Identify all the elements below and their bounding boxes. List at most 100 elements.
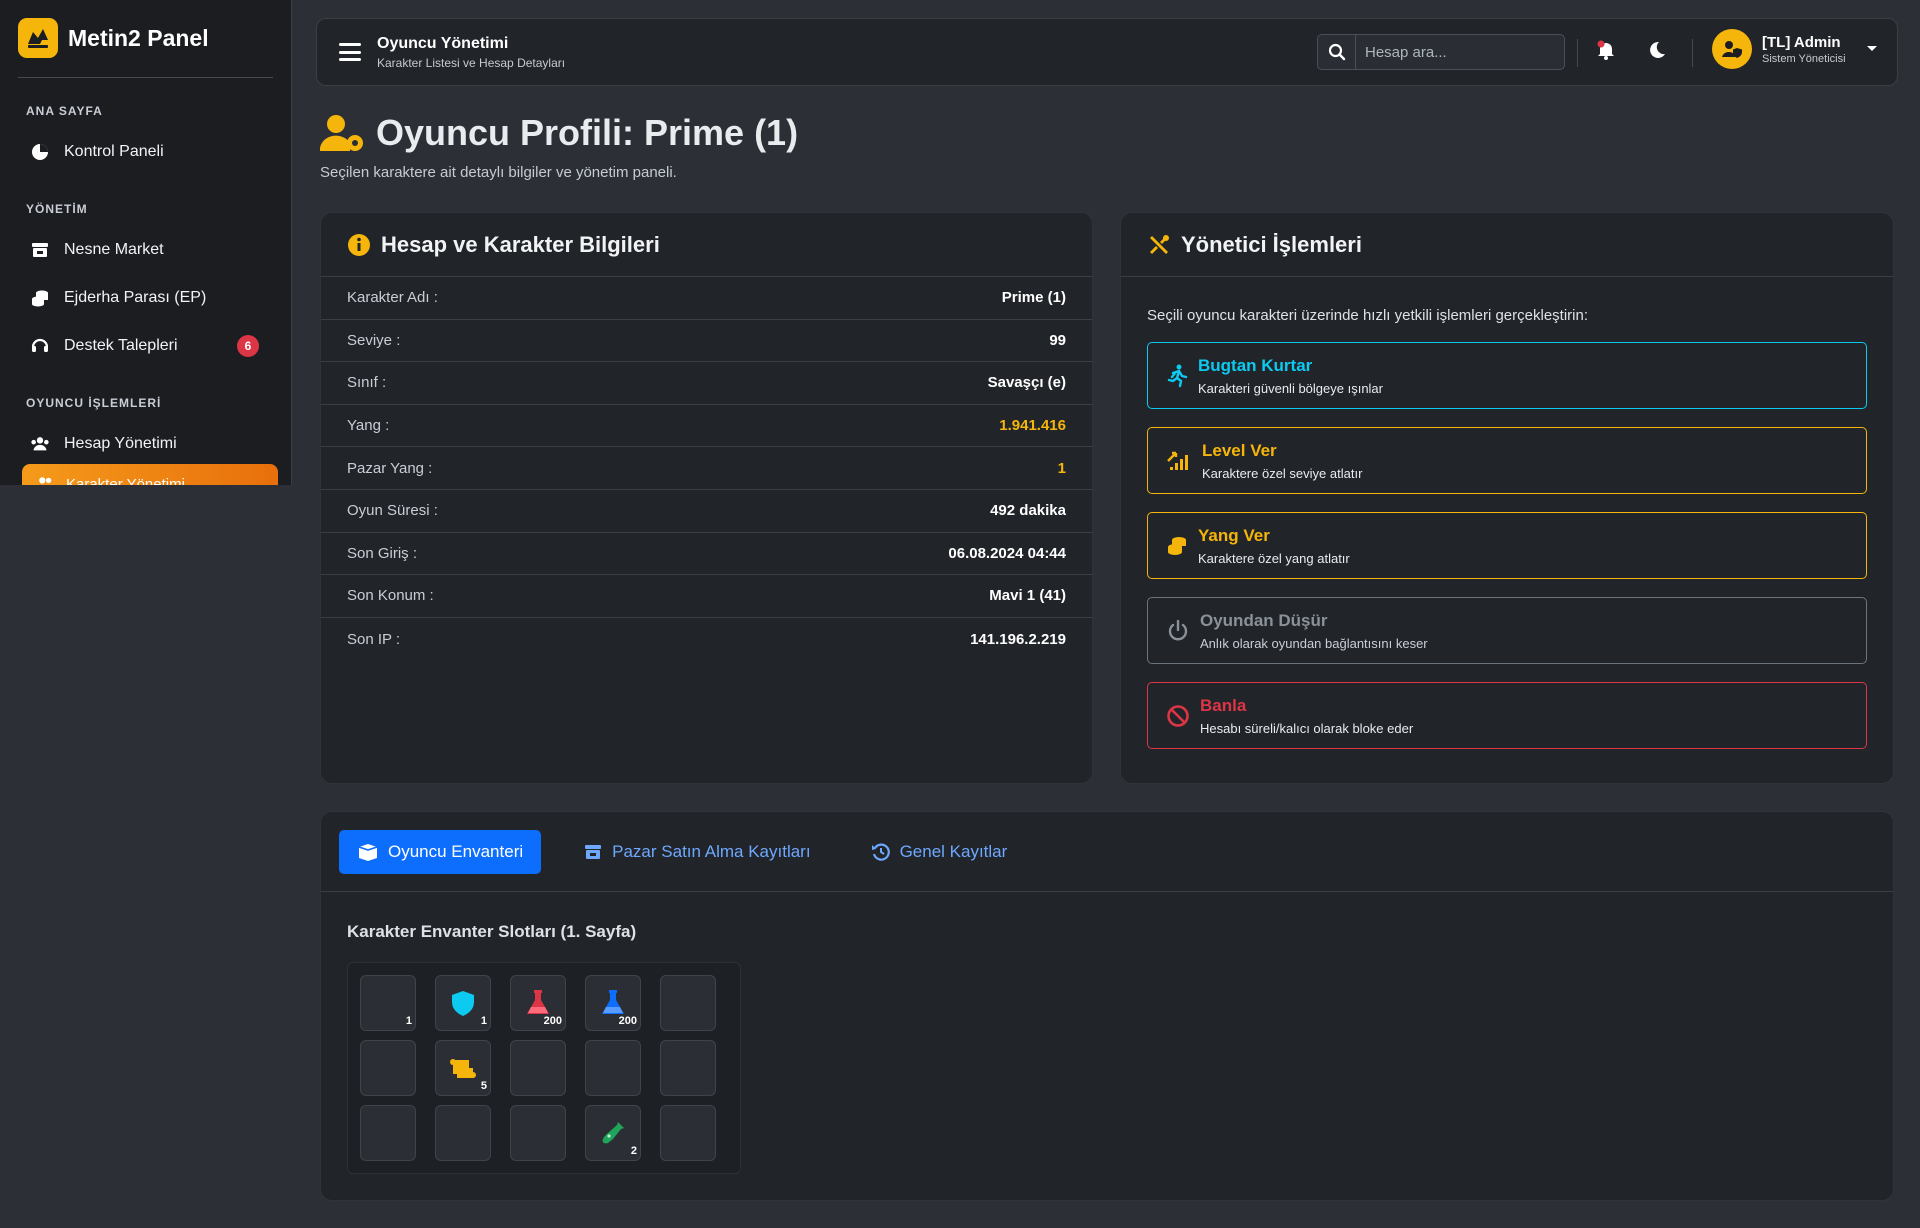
- info-row-karakter-adi: Karakter Adı : Prime (1): [321, 277, 1092, 320]
- tab-label: Oyuncu Envanteri: [388, 841, 524, 861]
- brand[interactable]: Metin2 Panel: [0, 0, 291, 76]
- info-label: Son Konum :: [347, 587, 434, 605]
- notifications-button[interactable]: [1595, 39, 1617, 66]
- bottle-icon: [602, 1122, 624, 1144]
- tab-bar: Oyuncu Envanteri Pazar Satın Alma Kayıtl…: [321, 812, 1893, 892]
- page-subtitle: Seçilen karaktere ait detaylı bilgiler v…: [320, 164, 677, 181]
- inventory-slot[interactable]: 200: [585, 975, 641, 1031]
- info-label: Yang :: [347, 417, 390, 435]
- tab-oyuncu-envanteri[interactable]: Oyuncu Envanteri: [339, 829, 542, 874]
- inventory-slot[interactable]: [660, 1105, 716, 1161]
- coins-icon: [1168, 536, 1186, 555]
- inventory-slot[interactable]: [510, 1105, 566, 1161]
- inventory-title: Karakter Envanter Slotları (1. Sayfa): [347, 922, 637, 941]
- info-icon: [348, 233, 370, 256]
- power-icon: [1168, 619, 1188, 640]
- inventory-slot[interactable]: [510, 1040, 566, 1096]
- search-button[interactable]: [1318, 35, 1356, 69]
- slot-quantity: 2: [630, 1145, 637, 1157]
- action-title: Bugtan Kurtar: [1198, 355, 1313, 375]
- store-icon: [585, 844, 602, 859]
- info-value: 06.08.2024 04:44: [948, 544, 1066, 562]
- section-title-oyuncu-islemleri: OYUNCU İŞLEMLERİ: [26, 396, 162, 410]
- inventory-slot[interactable]: [360, 1040, 416, 1096]
- info-label: Seviye :: [347, 331, 401, 349]
- sidebar-item-label: Ejderha Parası (EP): [64, 289, 207, 306]
- slot-quantity: 5: [480, 1080, 487, 1092]
- admin-intro: Seçili oyuncu karakteri üzerinde hızlı y…: [1147, 307, 1588, 324]
- store-icon: [32, 243, 48, 257]
- info-value: 492 dakika: [990, 502, 1066, 520]
- divider: [1692, 39, 1693, 67]
- info-row-son-giris: Son Giriş : 06.08.2024 04:44: [321, 533, 1092, 576]
- sidebar-item-kontrol-paneli[interactable]: Kontrol Paneli: [0, 128, 291, 176]
- info-value: Savaşçı (e): [987, 374, 1066, 392]
- tab-pazar-satin-alma[interactable]: Pazar Satın Alma Kayıtları: [565, 830, 828, 874]
- running-icon: [1167, 364, 1188, 387]
- slot-quantity: 200: [543, 1015, 562, 1027]
- info-label: Karakter Adı :: [347, 289, 438, 307]
- user-shield-icon: [1722, 41, 1742, 58]
- inventory-slot[interactable]: 200: [510, 975, 566, 1031]
- tab-label: Pazar Satın Alma Kayıtları: [612, 841, 811, 861]
- search-input[interactable]: [1356, 35, 1564, 69]
- sidebar: Metin2 Panel ANA SAYFA Kontrol Paneli YÖ…: [0, 0, 292, 485]
- coins-icon: [32, 290, 48, 307]
- sidebar-item-label: Kontrol Paneli: [64, 143, 164, 160]
- action-title: Level Ver: [1202, 440, 1277, 460]
- action-title: Oyundan Düşür: [1200, 610, 1328, 630]
- sidebar-item-ejderha-parasi[interactable]: Ejderha Parası (EP): [0, 274, 291, 322]
- action-desc: Hesabı süreli/kalıcı olarak bloke eder: [1200, 720, 1414, 736]
- info-row-sinif: Sınıf : Savaşçı (e): [321, 362, 1092, 405]
- users-icon: [31, 437, 49, 451]
- admin-actions-card: Yönetici İşlemleri Seçili oyuncu karakte…: [1120, 212, 1894, 784]
- info-value: 99: [1049, 331, 1066, 349]
- action-title: Banla: [1200, 695, 1247, 715]
- history-icon: [871, 843, 890, 861]
- info-list: Karakter Adı : Prime (1) Seviye : 99 Sınıf…: [321, 277, 1092, 660]
- card-header: Hesap ve Karakter Bilgileri: [321, 213, 1092, 277]
- give-level-button[interactable]: Level Ver Karaktere özel seviye atlatır: [1147, 427, 1867, 494]
- slot-quantity: 200: [618, 1015, 637, 1027]
- give-yang-button[interactable]: Yang Ver Karaktere özel yang atlatır: [1147, 512, 1867, 579]
- inventory-slot[interactable]: [660, 975, 716, 1031]
- search-box: [1317, 34, 1565, 70]
- action-desc: Karakteri güvenli bölgeye ışınlar: [1198, 380, 1383, 396]
- action-desc: Anlık olarak oyundan bağlantısını keser: [1200, 635, 1428, 651]
- bell-icon: [1597, 40, 1614, 60]
- account-info-card: Hesap ve Karakter Bilgileri Karakter Adı…: [320, 212, 1093, 784]
- scroll-icon: [450, 1059, 476, 1078]
- topbar-subtitle: Karakter Listesi ve Hesap Detayları: [377, 55, 566, 70]
- inventory-slot[interactable]: [435, 1105, 491, 1161]
- theme-toggle-button[interactable]: [1648, 41, 1666, 64]
- shield-icon: [452, 991, 474, 1016]
- inventory-slot[interactable]: [660, 1040, 716, 1096]
- inventory-slot[interactable]: 1: [435, 975, 491, 1031]
- inventory-slot[interactable]: [360, 1105, 416, 1161]
- box-open-icon: [358, 843, 378, 861]
- tab-label: Genel Kayıtlar: [899, 841, 1008, 861]
- inventory-slot[interactable]: 1: [360, 975, 416, 1031]
- menu-toggle-icon[interactable]: [339, 43, 361, 61]
- user-menu[interactable]: [TL] Admin Sistem Yöneticisi: [1712, 29, 1878, 69]
- user-role: Sistem Yöneticisi: [1762, 52, 1846, 65]
- sidebar-item-destek-talepleri[interactable]: Destek Talepleri 6: [0, 322, 291, 370]
- sidebar-item-karakter-yonetimi[interactable]: Karakter Yönetimi: [22, 464, 278, 485]
- sidebar-item-nesne-market[interactable]: Nesne Market: [0, 226, 291, 274]
- divider: [1577, 39, 1578, 67]
- inventory-slot[interactable]: [585, 1040, 641, 1096]
- sidebar-item-hesap-yonetimi[interactable]: Hesap Yönetimi: [0, 420, 291, 468]
- inventory-slot[interactable]: 2: [585, 1105, 641, 1161]
- moon-icon: [1650, 41, 1665, 58]
- inventory-slot[interactable]: 5: [435, 1040, 491, 1096]
- inventory-card: Oyuncu Envanteri Pazar Satın Alma Kayıtl…: [320, 811, 1894, 1201]
- info-label: Son IP :: [347, 630, 401, 648]
- ban-button[interactable]: Banla Hesabı süreli/kalıcı olarak bloke …: [1147, 682, 1867, 749]
- info-value: 141.196.2.219: [970, 630, 1066, 648]
- disconnect-button[interactable]: Oyundan Düşür Anlık olarak oyundan bağla…: [1147, 597, 1867, 664]
- card-title: Yönetici İşlemleri: [1181, 231, 1362, 257]
- tab-genel-kayitlar[interactable]: Genel Kayıtlar: [853, 830, 1026, 874]
- rescue-bug-button[interactable]: Bugtan Kurtar Karakteri güvenli bölgeye …: [1147, 342, 1867, 409]
- notification-badge: 6: [237, 335, 259, 357]
- slot-quantity: 1: [405, 1015, 412, 1027]
